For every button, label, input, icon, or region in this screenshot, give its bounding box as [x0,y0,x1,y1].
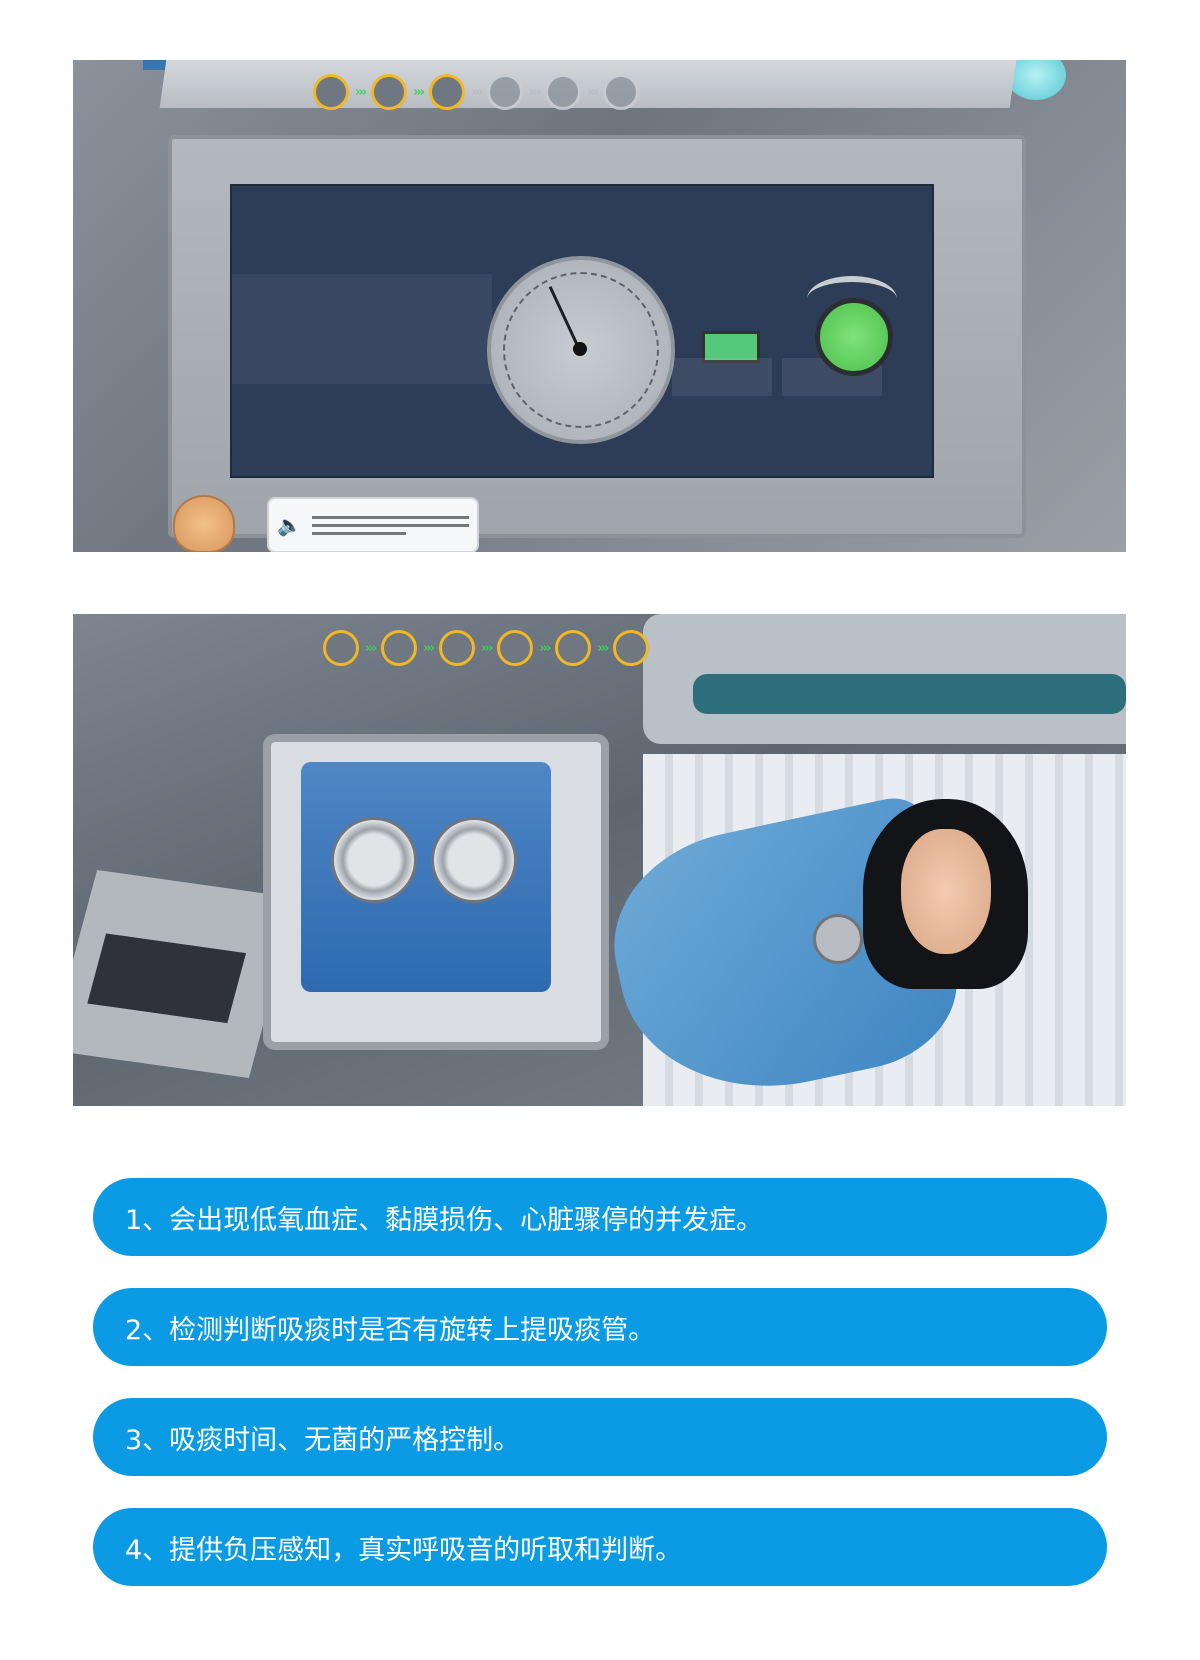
progress-arrow-icon: ››› [471,84,483,100]
switch-pad[interactable] [672,358,772,396]
progress-arrow-icon: ››› [481,640,493,656]
progress-step-4[interactable] [497,630,534,666]
progress-step-3[interactable] [439,630,476,666]
bed-rail-bar [693,674,1126,714]
progress-arrow-icon: ››› [587,84,599,100]
patient-face[interactable] [901,829,991,954]
feature-text: 3、吸痰时间、无菌的严格控制。 [125,1424,521,1456]
progress-arrow-icon: ››› [539,640,551,656]
feature-item-3: 3、吸痰时间、无菌的严格控制。 [93,1398,1107,1476]
progress-arrow-icon: ››› [423,640,435,656]
feature-text: 1、会出现低氧血症、黏膜损伤、心脏骤停的并发症。 [125,1204,764,1236]
suction-machine [168,135,1026,538]
saline-cup[interactable] [431,817,517,903]
pressure-gauge [487,256,675,444]
speech-text [311,511,469,540]
doctor-avatar-icon [173,495,235,552]
pressure-knob[interactable] [815,298,893,376]
suction-device-screenshot: ››› ››› ››› ››› ››› 🔈 [73,60,1126,552]
panel-label-plate [232,274,492,384]
progress-arrow-icon: ››› [529,84,541,100]
progress-arrow-icon: ››› [597,640,609,656]
progress-step-1[interactable] [313,74,349,110]
progress-step-4[interactable] [487,74,524,110]
gauge-hub [573,342,587,356]
sterile-tray [301,762,551,992]
feature-text: 4、提供负压感知，真实呼吸音的听取和判断。 [125,1534,683,1566]
tracheostomy-opening[interactable] [813,914,863,964]
progress-arrow-icon: ››› [413,84,425,100]
progress-step-5[interactable] [545,74,582,110]
speech-bubble: 🔈 [267,497,479,552]
feature-item-4: 4、提供负压感知，真实呼吸音的听取和判断。 [93,1508,1107,1586]
progress-step-6[interactable] [613,630,650,666]
feature-item-2: 2、检测判断吸痰时是否有旋转上提吸痰管。 [93,1288,1107,1366]
progress-arrow-icon: ››› [355,84,367,100]
progress-step-3[interactable] [429,74,466,110]
speaker-icon[interactable]: 🔈 [277,513,302,537]
progress-steps: ››› ››› ››› ››› ››› [323,630,650,666]
feature-item-1: 1、会出现低氧血症、黏膜损伤、心脏骤停的并发症。 [93,1178,1107,1256]
device-panel [230,184,934,478]
progress-step-2[interactable] [381,630,418,666]
bedside-screenshot: ››› ››› ››› ››› ››› [73,614,1126,1106]
saline-cup[interactable] [331,817,417,903]
progress-step-6[interactable] [603,74,640,110]
progress-arrow-icon: ››› [365,640,377,656]
supply-cart [263,734,609,1050]
guide-tip: 🔈 [173,495,479,552]
monitor-screen [87,933,247,1024]
progress-step-1[interactable] [323,630,359,666]
progress-step-2[interactable] [371,74,408,110]
progress-step-5[interactable] [555,630,592,666]
feature-text: 2、检测判断吸痰时是否有旋转上提吸痰管。 [125,1314,656,1346]
progress-steps: ››› ››› ››› ››› ››› [313,74,640,110]
